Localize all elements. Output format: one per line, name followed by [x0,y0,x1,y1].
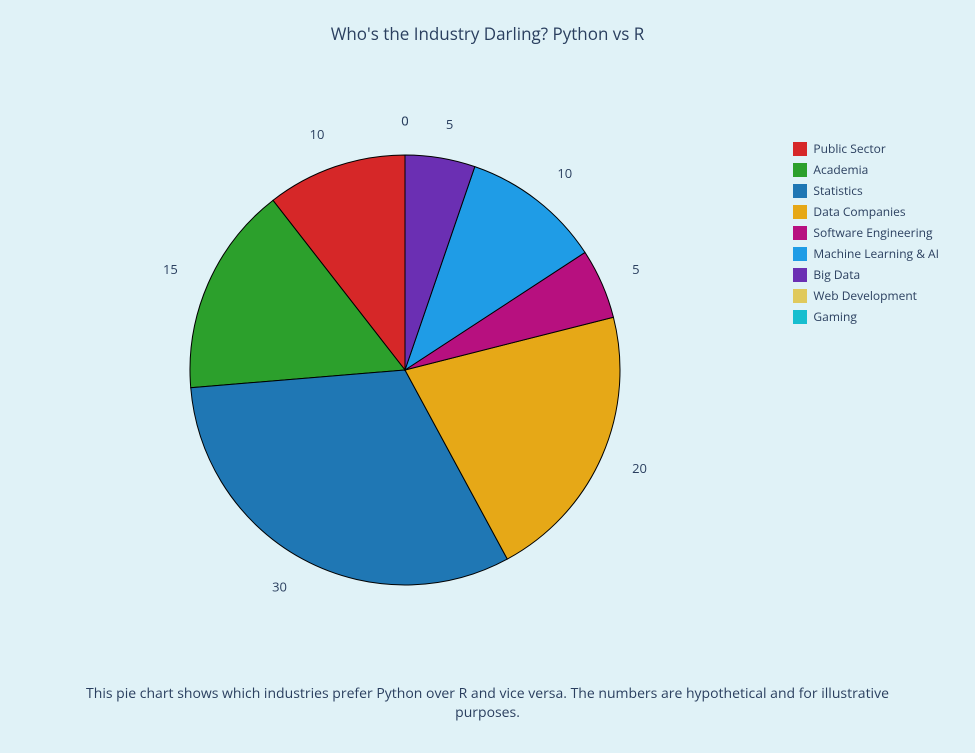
legend-swatch [793,163,807,177]
legend-label: Academia [813,161,868,178]
legend-item[interactable]: Machine Learning & AI [793,245,939,262]
pie-slice-label: 15 [163,260,178,278]
legend-item[interactable]: Web Development [793,287,939,304]
legend-swatch [793,310,807,324]
legend-item[interactable]: Software Engineering [793,224,939,241]
pie-slice-label: 10 [310,125,325,143]
pie-slice-label: 5 [632,260,639,278]
legend-swatch [793,289,807,303]
legend-item[interactable]: Public Sector [793,140,939,157]
legend-swatch [793,184,807,198]
pie-slice-label: 20 [632,459,647,477]
chart-title: Who's the Industry Darling? Python vs R [0,22,975,45]
legend-item[interactable]: Academia [793,161,939,178]
pie-slice-label: 30 [272,578,287,596]
chart-area: 10153020510500 [60,70,750,670]
legend-label: Web Development [813,287,917,304]
legend-swatch [793,142,807,156]
chart-container: Who's the Industry Darling? Python vs R … [0,0,975,753]
legend-swatch [793,205,807,219]
legend-label: Public Sector [813,140,885,157]
legend-label: Data Companies [813,203,905,220]
legend-swatch [793,268,807,282]
legend-swatch [793,226,807,240]
legend-label: Software Engineering [813,224,932,241]
legend: Public Sector Academia Statistics Data Comp… [793,140,939,329]
legend-item[interactable]: Data Companies [793,203,939,220]
legend-label: Gaming [813,308,856,325]
pie-chart: 10153020510500 [60,70,750,670]
legend-item[interactable]: Big Data [793,266,939,283]
legend-item[interactable]: Gaming [793,308,939,325]
legend-swatch [793,247,807,261]
legend-item[interactable]: Statistics [793,182,939,199]
legend-label: Big Data [813,266,860,283]
pie-slice-label: 0 [401,111,408,129]
chart-caption: This pie chart shows which industries pr… [80,684,895,723]
pie-slice-label: 5 [446,115,453,133]
legend-label: Statistics [813,182,862,199]
pie-slice-label: 10 [557,164,572,182]
legend-label: Machine Learning & AI [813,245,939,262]
